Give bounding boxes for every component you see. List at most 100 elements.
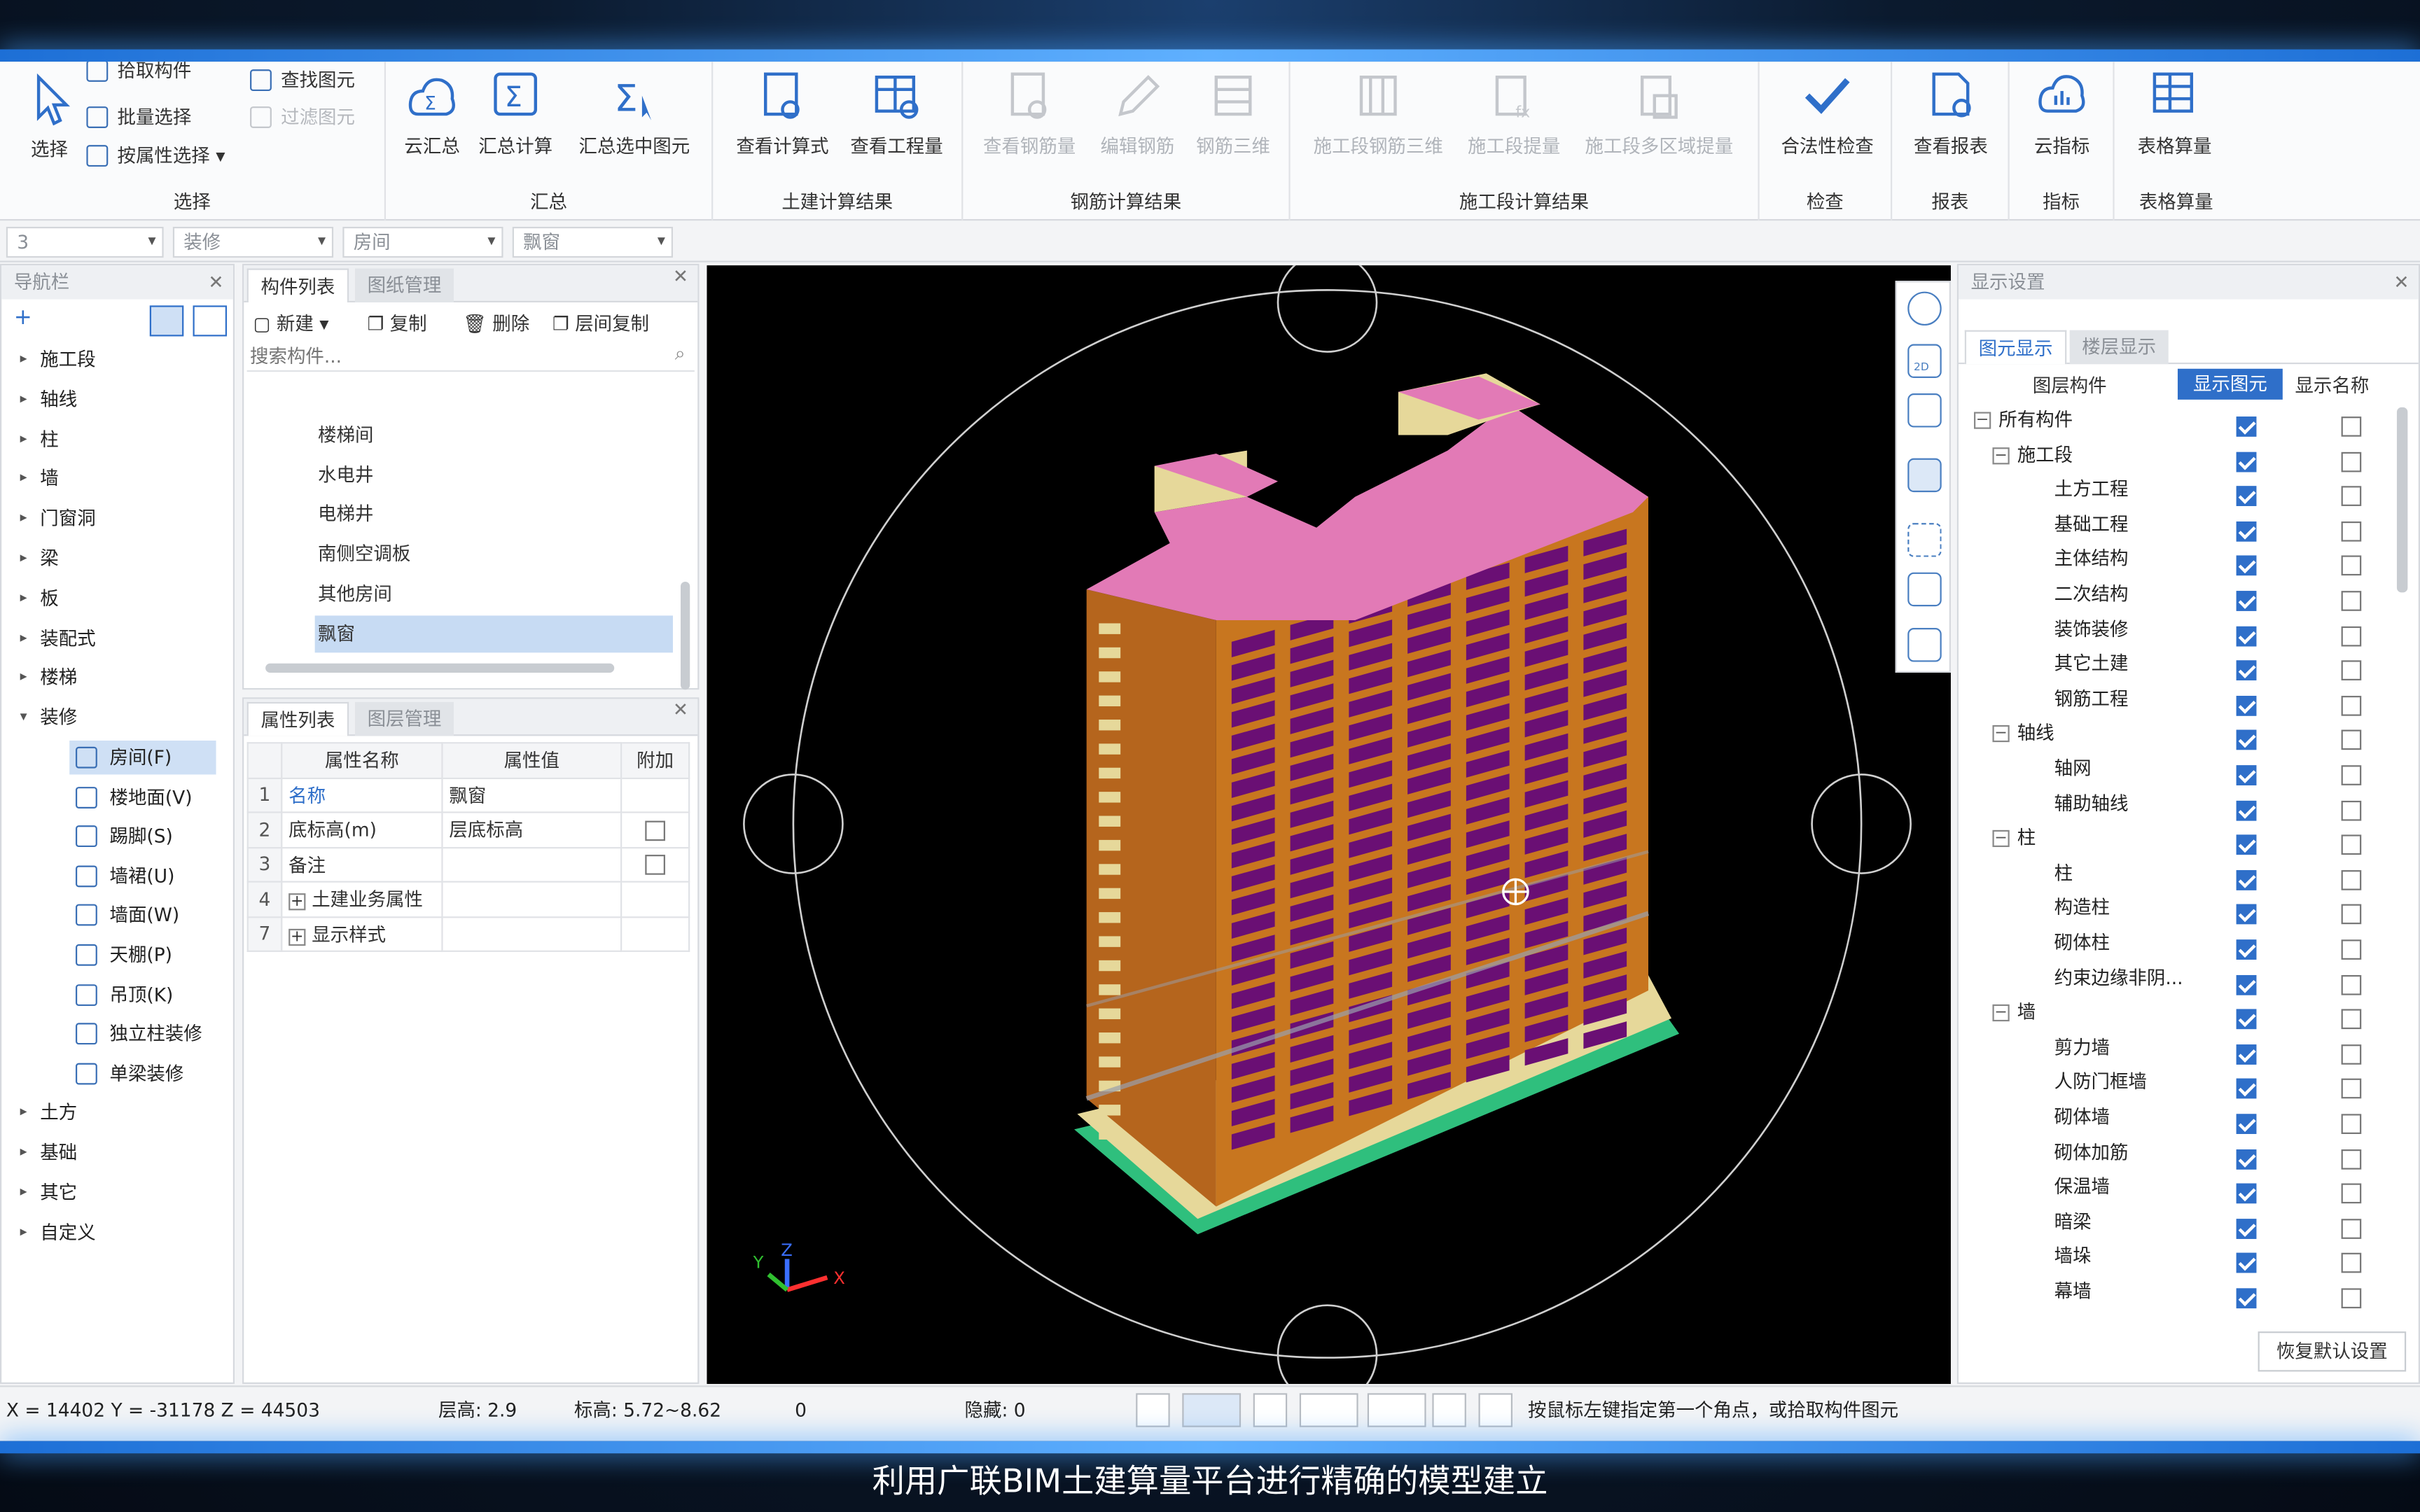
show-name-checkbox[interactable]: [2341, 660, 2362, 681]
add-icon[interactable]: +: [14, 305, 32, 330]
show-name-checkbox[interactable]: [2341, 625, 2362, 646]
cloud-summary-button[interactable]: Σ 云汇总: [386, 68, 478, 159]
show-element-checkbox[interactable]: [2236, 904, 2257, 925]
component-list-item[interactable]: 其他房间: [315, 575, 673, 612]
nav-item[interactable]: ▸ 墙: [1, 458, 233, 498]
view-formula-button[interactable]: 查看计算式: [728, 68, 836, 159]
show-name-checkbox[interactable]: [2341, 416, 2362, 437]
show-name-checkbox[interactable]: [2341, 521, 2362, 542]
floor-select[interactable]: 3: [6, 227, 164, 258]
stage-extract-button[interactable]: fx 施工段提量: [1457, 68, 1571, 159]
show-element-checkbox[interactable]: [2236, 974, 2257, 995]
ortho-icon[interactable]: [1136, 1393, 1170, 1427]
show-name-checkbox[interactable]: [2341, 591, 2362, 611]
show-name-checkbox[interactable]: [2341, 1044, 2362, 1065]
tab-floor-display[interactable]: 楼层显示: [2069, 330, 2169, 365]
summary-calc-button[interactable]: Σ 汇总计算: [469, 68, 562, 159]
show-name-checkbox[interactable]: [2341, 869, 2362, 890]
close-icon[interactable]: ✕: [208, 265, 223, 299]
close-icon[interactable]: ✕: [673, 265, 688, 287]
new-button[interactable]: ▢ 新建 ▾: [253, 310, 328, 336]
collapse-icon[interactable]: −: [1992, 447, 2010, 464]
nav-sub-item[interactable]: 房间(F): [69, 740, 216, 775]
collapse-icon[interactable]: −: [1974, 412, 1991, 429]
floor-copy-button[interactable]: ❐ 层间复制: [552, 310, 649, 336]
view-rebar-button[interactable]: 查看钢筋量: [978, 68, 1080, 159]
show-element-checkbox[interactable]: [2236, 869, 2257, 890]
orbit-icon[interactable]: [1907, 291, 1942, 326]
show-element-checkbox[interactable]: [2236, 1218, 2257, 1239]
rebar-3d-button[interactable]: 钢筋三维: [1182, 68, 1284, 159]
show-element-checkbox[interactable]: [2236, 556, 2257, 576]
view-cube-icon[interactable]: [1907, 572, 1942, 607]
show-element-checkbox[interactable]: [2236, 521, 2257, 542]
type-select[interactable]: 房间: [342, 227, 503, 258]
show-element-checkbox[interactable]: [2236, 591, 2257, 611]
vertical-scrollbar[interactable]: [680, 581, 690, 690]
component-list-item[interactable]: 楼梯间: [315, 416, 673, 454]
polar-track-icon[interactable]: [1478, 1393, 1512, 1427]
show-name-checkbox[interactable]: [2341, 730, 2362, 751]
close-icon[interactable]: ✕: [673, 699, 688, 720]
show-name-checkbox[interactable]: [2341, 451, 2362, 472]
close-icon[interactable]: ✕: [2393, 265, 2409, 299]
nav-sub-item[interactable]: 独立柱装修: [69, 1017, 216, 1051]
show-element-checkbox[interactable]: [2236, 939, 2257, 960]
component-list-item[interactable]: 南侧空调板: [315, 536, 673, 573]
batch-select-button[interactable]: 批量选择: [86, 102, 191, 132]
detail-view-icon[interactable]: [193, 305, 227, 337]
show-element-checkbox[interactable]: [2236, 1288, 2257, 1309]
tab-property-list[interactable]: 属性列表: [246, 701, 349, 736]
layer-settings-icon[interactable]: [1907, 628, 1942, 662]
expand-icon[interactable]: +: [288, 893, 306, 911]
offset-snap-icon[interactable]: [1367, 1393, 1426, 1427]
nav-item[interactable]: ▸ 门窗洞: [1, 498, 233, 538]
property-row[interactable]: 3 备注: [246, 846, 690, 883]
nav-sub-item[interactable]: 吊顶(K): [69, 977, 216, 1011]
nav-item[interactable]: ▾ 装修: [1, 698, 233, 738]
show-element-checkbox[interactable]: [2236, 765, 2257, 785]
tab-component-list[interactable]: 构件列表: [246, 268, 349, 302]
angle-snap-icon[interactable]: [1299, 1393, 1358, 1427]
summary-selected-button[interactable]: Σ 汇总选中图元: [565, 68, 704, 159]
component-search-input[interactable]: [246, 341, 664, 370]
show-name-checkbox[interactable]: [2341, 556, 2362, 576]
show-element-checkbox[interactable]: [2236, 1149, 2257, 1169]
show-element-checkbox[interactable]: [2236, 1079, 2257, 1100]
nav-item[interactable]: ▸ 其它: [1, 1172, 233, 1212]
cube-view-icon[interactable]: [1907, 458, 1942, 493]
nav-item[interactable]: ▸ 楼梯: [1, 658, 233, 698]
find-element-button[interactable]: 查找图元: [250, 65, 355, 96]
show-element-checkbox[interactable]: [2236, 486, 2257, 507]
nav-item[interactable]: ▸ 施工段: [1, 340, 233, 379]
list-view-icon[interactable]: [149, 305, 184, 337]
nav-sub-item[interactable]: 单梁装修: [69, 1056, 216, 1090]
cross-snap-icon[interactable]: [1253, 1393, 1288, 1427]
pick-component-button[interactable]: 拾取构件: [86, 62, 191, 86]
show-name-checkbox[interactable]: [2341, 765, 2362, 785]
delete-button[interactable]: 🗑 删除: [463, 310, 529, 336]
show-name-checkbox[interactable]: [2341, 939, 2362, 960]
orbit-handle-bottom[interactable]: [1277, 1304, 1378, 1406]
nav-sub-item[interactable]: 天棚(P): [69, 938, 216, 972]
property-row[interactable]: 4 + 土建业务属性: [246, 881, 690, 918]
nav-item[interactable]: ▸ 基础: [1, 1133, 233, 1172]
horizontal-scrollbar[interactable]: [265, 663, 615, 673]
show-name-checkbox[interactable]: [2341, 904, 2362, 925]
legality-check-button[interactable]: 合法性检查: [1769, 68, 1886, 159]
nav-item[interactable]: ▸ 轴线: [1, 379, 233, 419]
restore-default-button[interactable]: 恢复默认设置: [2258, 1331, 2407, 1372]
cloud-index-button[interactable]: 云指标: [2016, 68, 2108, 159]
tab-element-display[interactable]: 图元显示: [1964, 330, 2067, 365]
nav-item[interactable]: ▸ 自定义: [1, 1212, 233, 1252]
show-element-checkbox[interactable]: [2236, 1044, 2257, 1065]
show-element-checkbox[interactable]: [2236, 416, 2257, 437]
snap-rect-icon[interactable]: [1182, 1393, 1242, 1427]
show-element-checkbox[interactable]: [2236, 1183, 2257, 1204]
show-name-checkbox[interactable]: [2341, 1183, 2362, 1204]
show-name-checkbox[interactable]: [2341, 1114, 2362, 1134]
nav-item[interactable]: ▸ 梁: [1, 538, 233, 578]
stage-rebar-3d-button[interactable]: 施工段钢筋三维: [1306, 68, 1451, 159]
table-calc-button[interactable]: 表格算量: [2120, 68, 2228, 159]
copy-button[interactable]: ❐ 复制: [368, 310, 427, 336]
